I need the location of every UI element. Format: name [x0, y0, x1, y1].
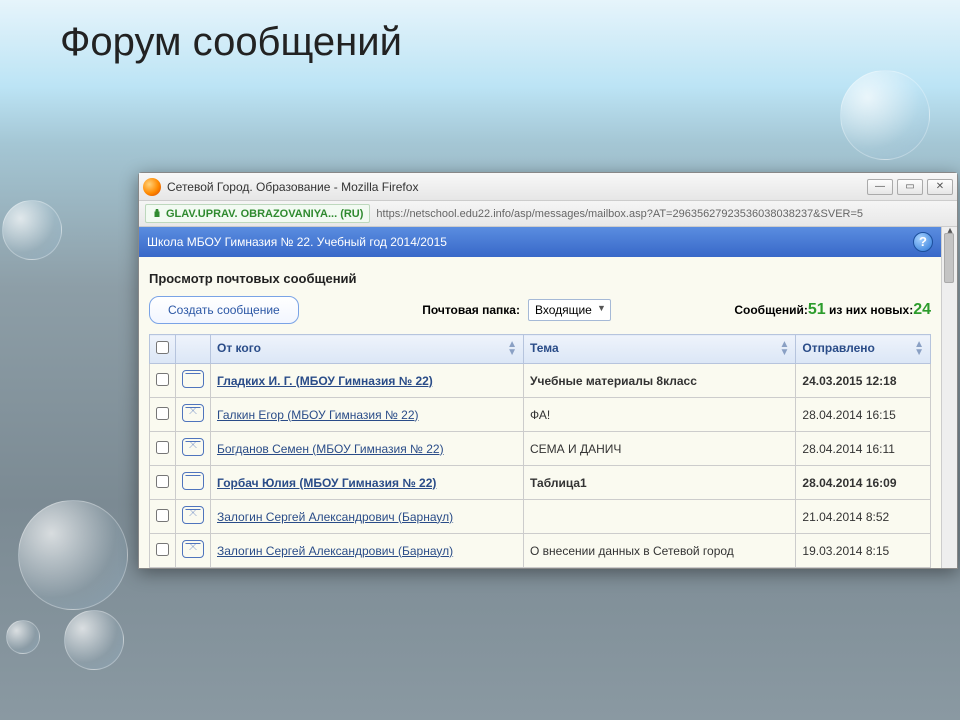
window-close-button[interactable]: ✕	[927, 179, 953, 195]
window-minimize-button[interactable]: —	[867, 179, 893, 195]
date-cell: 21.04.2014 8:52	[796, 500, 931, 534]
site-identity[interactable]: GLAV.UPRAV. OBRAZOVANIYA... (RU)	[145, 204, 370, 223]
create-message-button[interactable]: Создать сообщение	[149, 296, 299, 324]
col-from[interactable]: От кого ▲▼	[211, 335, 524, 364]
row-checkbox[interactable]	[156, 543, 169, 556]
subject-cell: ФА!	[524, 398, 796, 432]
row-checkbox[interactable]	[156, 373, 169, 386]
sender-link[interactable]: Залогин Сергей Александрович (Барнаул)	[217, 510, 453, 524]
table-row[interactable]: Галкин Егор (МБОУ Гимназия № 22) ФА!28.04…	[150, 398, 931, 432]
date-cell: 28.04.2014 16:15	[796, 398, 931, 432]
col-icon	[176, 335, 211, 364]
col-subject[interactable]: Тема ▲▼	[524, 335, 796, 364]
subject-cell: О внесении данных в Сетевой город	[524, 534, 796, 568]
help-icon[interactable]: ?	[913, 232, 933, 252]
messages-total: 51	[808, 301, 826, 318]
folder-label: Почтовая папка:	[422, 303, 520, 317]
date-cell: 28.04.2014 16:11	[796, 432, 931, 466]
messages-new: 24	[913, 301, 931, 318]
window-maximize-button[interactable]: ▭	[897, 179, 923, 195]
browser-window: Сетевой Город. Образование - Mozilla Fir…	[138, 172, 958, 569]
date-cell: 24.03.2015 12:18	[796, 364, 931, 398]
col-sent[interactable]: Отправлено ▲▼	[796, 335, 931, 364]
sender-link[interactable]: Залогин Сергей Александрович (Барнаул)	[217, 544, 453, 558]
subject-cell: Учебные материалы 8класс	[524, 364, 796, 398]
row-checkbox[interactable]	[156, 407, 169, 420]
table-row[interactable]: Залогин Сергей Александрович (Барнаул) О …	[150, 534, 931, 568]
subject-cell: Таблица1	[524, 466, 796, 500]
table-row[interactable]: Залогин Сергей Александрович (Барнаул) 21…	[150, 500, 931, 534]
messages-mid-label: из них новых:	[826, 303, 914, 317]
date-cell: 19.03.2014 8:15	[796, 534, 931, 568]
sender-link[interactable]: Горбач Юлия (МБОУ Гимназия № 22)	[217, 476, 436, 490]
sort-icon[interactable]: ▲▼	[507, 341, 517, 357]
scroll-thumb[interactable]	[944, 233, 954, 283]
sort-icon[interactable]: ▲▼	[780, 341, 790, 357]
table-row[interactable]: Горбач Юлия (МБОУ Гимназия № 22) Таблица1…	[150, 466, 931, 500]
col-sent-label: Отправлено	[802, 341, 874, 355]
row-checkbox[interactable]	[156, 509, 169, 522]
window-titlebar[interactable]: Сетевой Город. Образование - Mozilla Fir…	[139, 173, 957, 201]
row-checkbox[interactable]	[156, 441, 169, 454]
window-title: Сетевой Город. Образование - Mozilla Fir…	[167, 180, 867, 194]
row-checkbox[interactable]	[156, 475, 169, 488]
subject-cell: СЕМА И ДАНИЧ	[524, 432, 796, 466]
scrollbar[interactable]: ▴	[941, 227, 957, 568]
slide-title: Форум сообщений	[60, 20, 402, 65]
date-cell: 28.04.2014 16:09	[796, 466, 931, 500]
sender-link[interactable]: Богданов Семен (МБОУ Гимназия № 22)	[217, 442, 444, 456]
page-heading: Просмотр почтовых сообщений	[149, 271, 931, 286]
sender-link[interactable]: Галкин Егор (МБОУ Гимназия № 22)	[217, 408, 419, 422]
messages-count-label: Сообщений:	[734, 303, 808, 317]
folder-select[interactable]: Входящие	[528, 299, 611, 321]
envelope-icon[interactable]	[182, 540, 204, 558]
app-header-bar: Школа МБОУ Гимназия № 22. Учебный год 20…	[139, 227, 941, 257]
envelope-icon[interactable]	[182, 438, 204, 456]
envelope-icon[interactable]	[182, 506, 204, 524]
mail-table: От кого ▲▼ Тема ▲▼ Отправлено ▲▼ Гладких И.…	[149, 334, 931, 568]
table-row[interactable]: Богданов Семен (МБОУ Гимназия № 22) СЕМА …	[150, 432, 931, 466]
address-bar[interactable]: GLAV.UPRAV. OBRAZOVANIYA... (RU) https:/…	[139, 201, 957, 227]
select-all-checkbox[interactable]	[156, 341, 169, 354]
site-identity-text: GLAV.UPRAV. OBRAZOVANIYA... (RU)	[166, 208, 363, 220]
sort-icon[interactable]: ▲▼	[914, 341, 924, 357]
subject-cell	[524, 500, 796, 534]
sender-link[interactable]: Гладких И. Г. (МБОУ Гимназия № 22)	[217, 374, 433, 388]
url-text: https://netschool.edu22.info/asp/message…	[376, 208, 863, 220]
table-row[interactable]: Гладких И. Г. (МБОУ Гимназия № 22) Учебны…	[150, 364, 931, 398]
col-subject-label: Тема	[530, 341, 559, 355]
lock-icon	[152, 207, 162, 217]
firefox-icon	[143, 178, 161, 196]
envelope-icon[interactable]	[182, 370, 204, 388]
envelope-icon[interactable]	[182, 404, 204, 422]
col-from-label: От кого	[217, 341, 261, 355]
envelope-icon[interactable]	[182, 472, 204, 490]
col-checkbox[interactable]	[150, 335, 176, 364]
school-year-label: Школа МБОУ Гимназия № 22. Учебный год 20…	[147, 235, 447, 249]
